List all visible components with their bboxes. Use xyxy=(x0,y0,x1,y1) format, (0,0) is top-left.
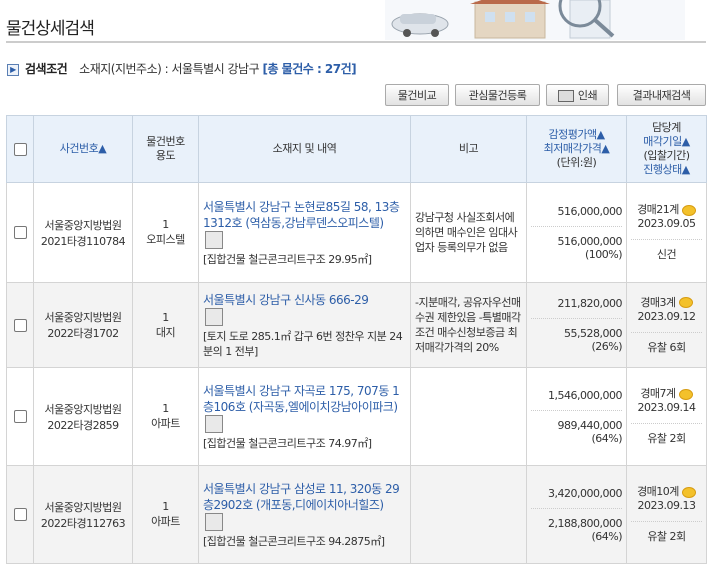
appraisal-value: 1,546,000,000 xyxy=(531,389,623,411)
info-bubble-icon[interactable] xyxy=(678,388,693,400)
criteria-location: 소재지(지번주소) : 서울특별시 강남구 xyxy=(79,62,260,76)
info-bubble-icon[interactable] xyxy=(678,297,693,308)
row-checkbox[interactable] xyxy=(13,226,27,239)
appraisal-value: 3,420,000,000 xyxy=(531,487,623,509)
case-number: 2022타경112763 xyxy=(40,516,126,530)
usage: 대지 xyxy=(155,325,176,339)
property-detail: [집합건물 철근콘크리트구조 94.2875㎡] xyxy=(203,534,385,548)
progress-status: 유찰 2회 xyxy=(647,432,686,445)
table-row: 서울중앙지방법원 2022타경1702 1 대지 서울특별시 강남구 신사동 666… xyxy=(6,282,707,368)
criteria-count: [총 물건수 : 27건] xyxy=(262,62,357,76)
bullet-arrow-icon: ▶ xyxy=(7,63,19,76)
price-ratio: (26%) xyxy=(591,340,622,353)
progress-status: 유찰 2회 xyxy=(647,530,686,543)
usage: 오피스텔 xyxy=(146,233,185,246)
select-all-cell xyxy=(6,115,34,183)
dept-name: 경매7계 xyxy=(640,387,676,400)
column-remarks: 비고 xyxy=(410,115,527,183)
row-checkbox[interactable] xyxy=(13,508,27,521)
info-bubble-icon[interactable] xyxy=(681,486,696,498)
map-search-icon[interactable] xyxy=(205,230,223,249)
usage: 아파트 xyxy=(151,515,180,528)
min-price: 55,528,000 xyxy=(564,327,622,340)
sale-date: 2023.09.14 xyxy=(637,401,696,414)
column-case-no[interactable]: 사건번호▲ xyxy=(33,115,133,183)
item-number: 1 xyxy=(162,310,169,324)
refine-search-button[interactable]: 결과내재검색 xyxy=(617,84,706,106)
row-checkbox[interactable] xyxy=(13,318,27,332)
court-name: 서울중앙지방법원 xyxy=(44,218,122,232)
select-all-checkbox[interactable] xyxy=(13,142,27,156)
case-number: 2022타경1702 xyxy=(47,327,119,340)
remarks: -지분매각, 공유자우선매수권 제한있음 -특별매각조건 매수신청보증금 최저매… xyxy=(410,282,527,368)
info-bubble-icon[interactable] xyxy=(681,204,696,216)
appraisal-value: 211,820,000 xyxy=(531,297,623,319)
remarks xyxy=(410,367,527,466)
progress-status: 신건 xyxy=(656,248,677,261)
table-row: 서울중앙지방법원 2022타경2859 1 아파트 서울특별시 강남구 자곡로 17… xyxy=(6,367,707,466)
price-ratio: (64%) xyxy=(591,529,622,543)
court-name: 서울중앙지방법원 xyxy=(44,402,122,416)
property-detail: [집합건물 철근콘크리트구조 29.95㎡] xyxy=(203,252,372,266)
map-search-icon[interactable] xyxy=(205,512,223,531)
printer-icon xyxy=(557,90,574,102)
column-item-usage: 물건번호 용도 xyxy=(132,115,199,183)
court-name: 서울중앙지방법원 xyxy=(44,500,122,514)
min-price: 989,440,000 xyxy=(557,418,623,432)
property-address-link[interactable]: 서울특별시 강남구 신사동 666-29 xyxy=(203,293,369,307)
column-schedule[interactable]: 담당계 매각기일▲ (입찰기간) 진행상태▲ xyxy=(626,115,707,183)
search-criteria: ▶ 검색조건 소재지(지번주소) : 서울특별시 강남구 [총 물건수 : 27건] xyxy=(7,60,357,77)
dept-name: 경매21계 xyxy=(637,203,679,216)
item-number: 1 xyxy=(162,402,169,415)
sale-date: 2023.09.13 xyxy=(637,499,696,512)
sale-date: 2023.09.05 xyxy=(637,217,696,230)
price-ratio: (64%) xyxy=(591,431,622,445)
property-detail: [토지 도로 285.1㎡ 갑구 6번 정찬우 지분 24분의 1 전부] xyxy=(203,329,403,358)
property-address-link[interactable]: 서울특별시 강남구 논현로85길 58, 13층1312호 (역삼동,강남루덴스… xyxy=(203,200,400,230)
case-number: 2021타경110784 xyxy=(40,234,126,248)
min-price: 2,188,800,000 xyxy=(548,516,622,530)
sale-date: 2023.09.12 xyxy=(637,309,696,323)
property-address-link[interactable]: 서울특별시 강남구 자곡로 175, 707동 1층106호 (자곡동,엘에이치… xyxy=(203,384,400,414)
header-divider xyxy=(6,41,706,43)
item-number: 1 xyxy=(162,218,169,231)
dept-name: 경매3계 xyxy=(640,295,676,309)
remarks: 강남구청 사실조회서에 의하면 매수인은 임대사업자 등록의무가 없음 xyxy=(410,182,527,283)
price-ratio: (100%) xyxy=(584,247,623,261)
property-detail: [집합건물 철근콘크리트구조 74.97㎡] xyxy=(203,436,372,450)
map-search-icon[interactable] xyxy=(205,414,223,433)
remarks xyxy=(410,465,527,564)
header-illustration xyxy=(385,0,685,40)
register-interest-button[interactable]: 관심물건등록 xyxy=(455,84,540,106)
court-name: 서울중앙지방법원 xyxy=(44,311,122,324)
usage: 아파트 xyxy=(151,417,180,430)
map-search-icon[interactable] xyxy=(205,307,223,326)
page-title: 물건상세검색 xyxy=(6,19,95,39)
table-row: 서울중앙지방법원 2021타경110784 1 오피스텔 서울특별시 강남구 논현로… xyxy=(6,182,707,283)
table-header-row: 사건번호▲ 물건번호 용도 소재지 및 내역 비고 감정평가액▲ 최저매각가격▲ (단… xyxy=(6,115,707,183)
item-number: 1 xyxy=(162,500,169,513)
dept-name: 경매10계 xyxy=(637,485,679,498)
column-price[interactable]: 감정평가액▲ 최저매각가격▲ (단위:원) xyxy=(526,115,627,183)
column-location: 소재지 및 내역 xyxy=(198,115,411,183)
compare-button[interactable]: 물건비교 xyxy=(385,84,449,106)
row-checkbox[interactable] xyxy=(13,410,27,423)
print-label: 인쇄 xyxy=(577,89,598,102)
results-table: 사건번호▲ 물건번호 용도 소재지 및 내역 비고 감정평가액▲ 최저매각가격▲ (단… xyxy=(6,115,707,564)
criteria-label: 검색조건 xyxy=(25,62,68,76)
print-button[interactable]: 인쇄 xyxy=(546,84,609,106)
table-row: 서울중앙지방법원 2022타경112763 1 아파트 서울특별시 강남구 삼성로 … xyxy=(6,465,707,564)
property-address-link[interactable]: 서울특별시 강남구 삼성로 11, 320동 29층2902호 (개포동,디에이… xyxy=(203,482,400,512)
case-number: 2022타경2859 xyxy=(47,418,119,432)
page-header: 물건상세검색 xyxy=(0,0,723,44)
progress-status: 유찰 6회 xyxy=(647,340,686,354)
appraisal-value: 516,000,000 xyxy=(531,205,623,227)
min-price: 516,000,000 xyxy=(557,234,623,248)
